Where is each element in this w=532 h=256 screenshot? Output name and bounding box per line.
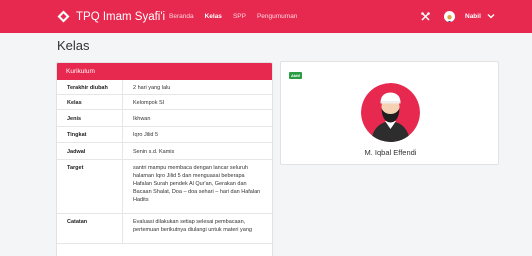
row-value-line: Evaluasi dilakukan setiap selesai pembac… [133,219,246,225]
row-label: Tingkat [67,132,87,138]
row-value-line: Iqro Jilid 5 [133,132,159,138]
row-value-line: Senin s.d. Kamis [133,148,175,155]
table-row: Jadwal Senin s.d. Kamis [57,143,272,160]
tools-icon[interactable] [421,12,430,21]
row-value: santri mampu membaca dengan lancar selur… [122,160,272,213]
row-value-line: 2 hari yang lalu [133,84,171,91]
row-value: Senin s.d. Kamis [122,143,272,159]
kurikulum-card: Kurikulum Terakhir diubah 2 hari yang lal… [56,62,273,256]
row-value: Kelompok SI [122,95,272,109]
row-label: Terakhir diubah [67,84,108,91]
row-value: Iqro Jilid 5 [122,127,272,142]
main-nav: Beranda Kelas SPP Pengumuman [169,13,308,20]
row-value: Ikhwan [122,110,272,126]
row-value-line: pertemuan berikutnya diulangi untuk mate… [133,227,252,233]
kurikulum-header: Kurikulum [57,63,272,80]
row-label: Kelas [67,99,82,106]
table-row: Target santri mampu membaca dengan lancar… [57,160,272,214]
row-value-line: Hafalan Surah pendek Al Qur'an, Gerakan … [133,181,247,187]
row-label: Jadwal [67,148,86,155]
table-row: Kelas Kelompok SI [57,95,272,110]
table-row: Jenis Ikhwan [57,110,272,127]
row-value: Evaluasi dilakukan setiap selesai pembac… [122,214,272,243]
page-title: Kelas [57,38,90,53]
chevron-down-icon[interactable] [487,13,495,19]
row-value-line: Bacaan Shalat, Doa – doa sehari – hari d… [133,189,261,195]
brand[interactable]: TPQ Imam Syafi'i [57,10,165,23]
table-row: Tingkat Iqro Jilid 5 [57,127,272,143]
row-value-line: santri mampu membaca dengan lancar selur… [133,165,248,171]
profile-card: Aktif M. Iqbal Effendi [280,61,499,165]
row-value-line: Kelompok SI [133,99,165,106]
nav-kelas[interactable]: Kelas [205,13,222,20]
nav-spp[interactable]: SPP [233,13,246,20]
user-avatar[interactable] [444,11,455,22]
row-value-line: halaman Iqro Jilid 5 dan menguasai beber… [133,173,245,179]
brand-name: TPQ Imam Syafi'i [76,10,166,23]
teacher-avatar-icon [361,83,420,142]
nav-beranda[interactable]: Beranda [169,13,194,20]
profile-avatar [361,83,420,142]
table-row: Catatan Evaluasi dilakukan setiap selesai… [57,214,272,244]
row-value-line: Ikhwan [133,115,151,122]
row-label: Target [67,165,84,171]
row-value-line: Hadits [133,197,149,203]
row-label: Jenis [67,115,82,122]
row-value: 2 hari yang lalu [122,80,272,94]
row-label: Catatan [67,219,88,225]
status-badge: Aktif [289,72,302,79]
user-menu-name[interactable]: Nabil [465,13,481,20]
kurikulum-table: Terakhir diubah 2 hari yang lalu Kelas Kelo… [57,80,272,244]
user-avatar-icon [444,13,455,22]
table-row: Terakhir diubah 2 hari yang lalu [57,80,272,95]
nav-pengumuman[interactable]: Pengumuman [257,13,297,20]
teacher-name: M. Iqbal Effendi [364,148,417,157]
top-navbar: TPQ Imam Syafi'i Beranda Kelas SPP Pengumum… [0,0,532,33]
diamond-logo-icon [57,10,70,23]
